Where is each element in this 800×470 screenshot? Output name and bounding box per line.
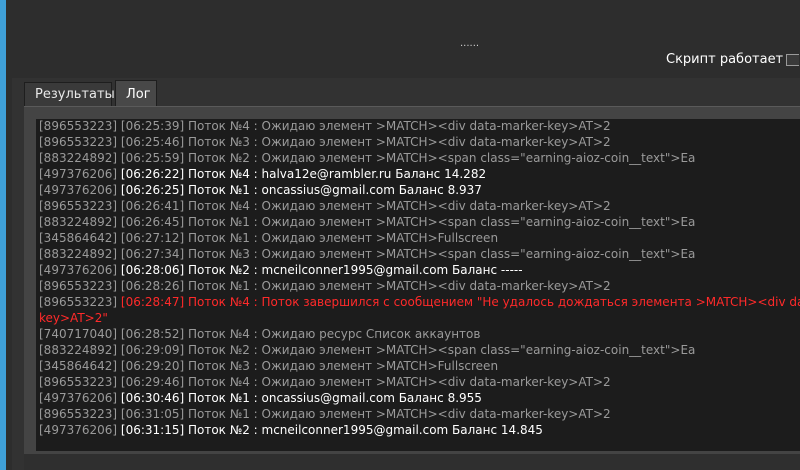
log-entry-message: Поток №4 : Ожидаю элемент >MATCH><div da… [184,119,611,133]
log-entry-id: [345864642] [39,359,118,373]
log-entry-id: [883224892] [39,215,118,229]
log-entry-id: [497376206] [39,167,118,181]
log-entry-message: Поток №4 : Ожидаю ресурс Список аккаунто… [184,327,481,341]
log-entry-time: [06:25:59] [117,151,185,165]
log-entry-message: Поток №1 : Ожидаю элемент >MATCH><span c… [184,215,696,229]
log-entry-time: [06:28:06] [117,263,185,277]
log-entry-message: Поток №4 : halva12e@rambler.ru Баланс 14… [184,167,487,181]
log-entry-id: [883224892] [39,247,118,261]
log-entry-id: [896553223] [39,135,118,149]
log-entry-id: [896553223] [39,407,118,421]
log-entry-message: Поток №2 : Ожидаю элемент >MATCH><span c… [184,343,696,357]
log-entry-time: [06:26:41] [117,199,185,213]
log-entry-id: [497376206] [39,183,118,197]
log-entry-id: [740717040] [39,327,118,341]
log-entry: [896553223] [06:31:05] Поток №1 : Ожидаю… [39,406,800,422]
log-lines: [896553223] [06:25:39] Поток №4 : Ожидаю… [39,119,800,438]
log-entry-message: Поток №1 : oncassius@gmail.com Баланс 8.… [184,391,482,405]
log-entry-time: [06:25:39] [117,119,185,133]
log-panel: [896553223] [06:25:39] Поток №4 : Ожидаю… [24,106,800,455]
log-output[interactable]: [896553223] [06:25:39] Поток №4 : Ожидаю… [36,119,800,451]
log-entry-id: [896553223] [39,279,118,293]
log-entry-time: [06:29:20] [117,359,185,373]
log-entry-time: [06:29:46] [117,375,185,389]
log-entry: [896553223] [06:29:46] Поток №4 : Ожидаю… [39,374,800,390]
log-entry: [497376206] [06:28:06] Поток №2 : mcneil… [39,262,800,278]
log-entry-message: Поток №2 : Ожидаю элемент >MATCH><span c… [184,151,696,165]
log-entry: [497376206] [06:26:22] Поток №4 : halva1… [39,166,800,182]
log-entry-id: [896553223] [39,119,118,133]
log-entry-time: [06:28:52] [117,327,185,341]
log-entry-time: [06:26:25] [117,183,185,197]
log-entry: [896553223] [06:25:39] Поток №4 : Ожидаю… [39,119,800,134]
log-entry: [883224892] [06:26:45] Поток №1 : Ожидаю… [39,214,800,230]
log-entry: [883224892] [06:29:09] Поток №2 : Ожидаю… [39,342,800,358]
log-entry-message: Поток №1 : Ожидаю элемент >MATCH><div da… [184,279,611,293]
log-entry: [896553223] [06:28:26] Поток №1 : Ожидаю… [39,278,800,294]
log-entry-id: [896553223] [39,295,118,309]
log-entry: [896553223] [06:25:46] Поток №3 : Ожидаю… [39,134,800,150]
log-entry-message: Поток №1 : Ожидаю элемент >MATCH>Fullscr… [184,231,499,245]
status-indicator [786,54,799,66]
log-entry: [883224892] [06:25:59] Поток №2 : Ожидаю… [39,150,800,166]
log-entry-message: Поток №3 : Ожидаю элемент >MATCH><span c… [184,247,696,261]
splitter-handle[interactable]: ...... [460,38,479,49]
log-entry: [883224892] [06:27:34] Поток №3 : Ожидаю… [39,246,800,262]
log-entry-time: [06:27:34] [117,247,185,261]
log-entry-id: [896553223] [39,375,118,389]
log-entry: [497376206] [06:26:25] Поток №1 : oncass… [39,182,800,198]
log-entry-id: [896553223] [39,199,118,213]
log-entry-id: [345864642] [39,231,118,245]
log-entry-time: [06:30:46] [117,391,185,405]
log-entry-message: Поток №2 : mcneilconner1995@gmail.com Ба… [184,423,543,437]
log-entry-time: [06:27:12] [117,231,185,245]
log-entry-message: Поток №4 : Поток завершился с сообщением… [184,295,800,309]
log-entry-time: [06:28:47] [117,295,185,309]
log-entry-time: [06:26:22] [117,167,185,181]
log-entry-id: [497376206] [39,423,118,437]
tab-results[interactable]: Результаты [24,82,115,106]
log-entry: [345864642] [06:29:20] Поток №3 : Ожидаю… [39,358,800,374]
log-entry: [896553223] [06:28:47] Поток №4 : Поток … [39,294,800,326]
log-entry-id: [883224892] [39,343,118,357]
log-entry-time: [06:28:26] [117,279,185,293]
header-area [6,0,800,80]
log-entry-message: Поток №4 : Ожидаю элемент >MATCH><div da… [184,375,611,389]
log-entry: [497376206] [06:30:46] Поток №1 : oncass… [39,390,800,406]
log-entry-id: [497376206] [39,263,118,277]
log-entry-message: Поток №4 : Ожидаю элемент >MATCH><div da… [184,199,611,213]
log-entry: [896553223] [06:26:41] Поток №4 : Ожидаю… [39,198,800,214]
log-entry-id: [883224892] [39,151,118,165]
log-entry-message: Поток №1 : oncassius@gmail.com Баланс 8.… [184,183,482,197]
log-entry-message: Поток №1 : Ожидаю элемент >MATCH><div da… [184,407,611,421]
log-entry-message: Поток №3 : Ожидаю элемент >MATCH>Fullscr… [184,359,499,373]
log-entry: [740717040] [06:28:52] Поток №4 : Ожидаю… [39,326,800,342]
tab-log[interactable]: Лог [115,80,157,108]
log-entry-time: [06:25:46] [117,135,185,149]
log-entry-time: [06:29:09] [117,343,185,357]
status-strip [24,454,800,470]
log-entry-id: [497376206] [39,391,118,405]
log-entry-continuation: key>AT>2" [39,311,108,325]
log-entry-time: [06:26:45] [117,215,185,229]
log-entry: [497376206] [06:31:15] Поток №2 : mcneil… [39,422,800,438]
log-entry: [345864642] [06:27:12] Поток №1 : Ожидаю… [39,230,800,246]
log-entry-message: Поток №3 : Ожидаю элемент >MATCH><div da… [184,135,611,149]
log-entry-message: Поток №2 : mcneilconner1995@gmail.com Ба… [184,263,523,277]
script-status-label: Скрипт работает ... [666,52,800,67]
log-entry-time: [06:31:05] [117,407,185,421]
log-entry-time: [06:31:15] [117,423,185,437]
